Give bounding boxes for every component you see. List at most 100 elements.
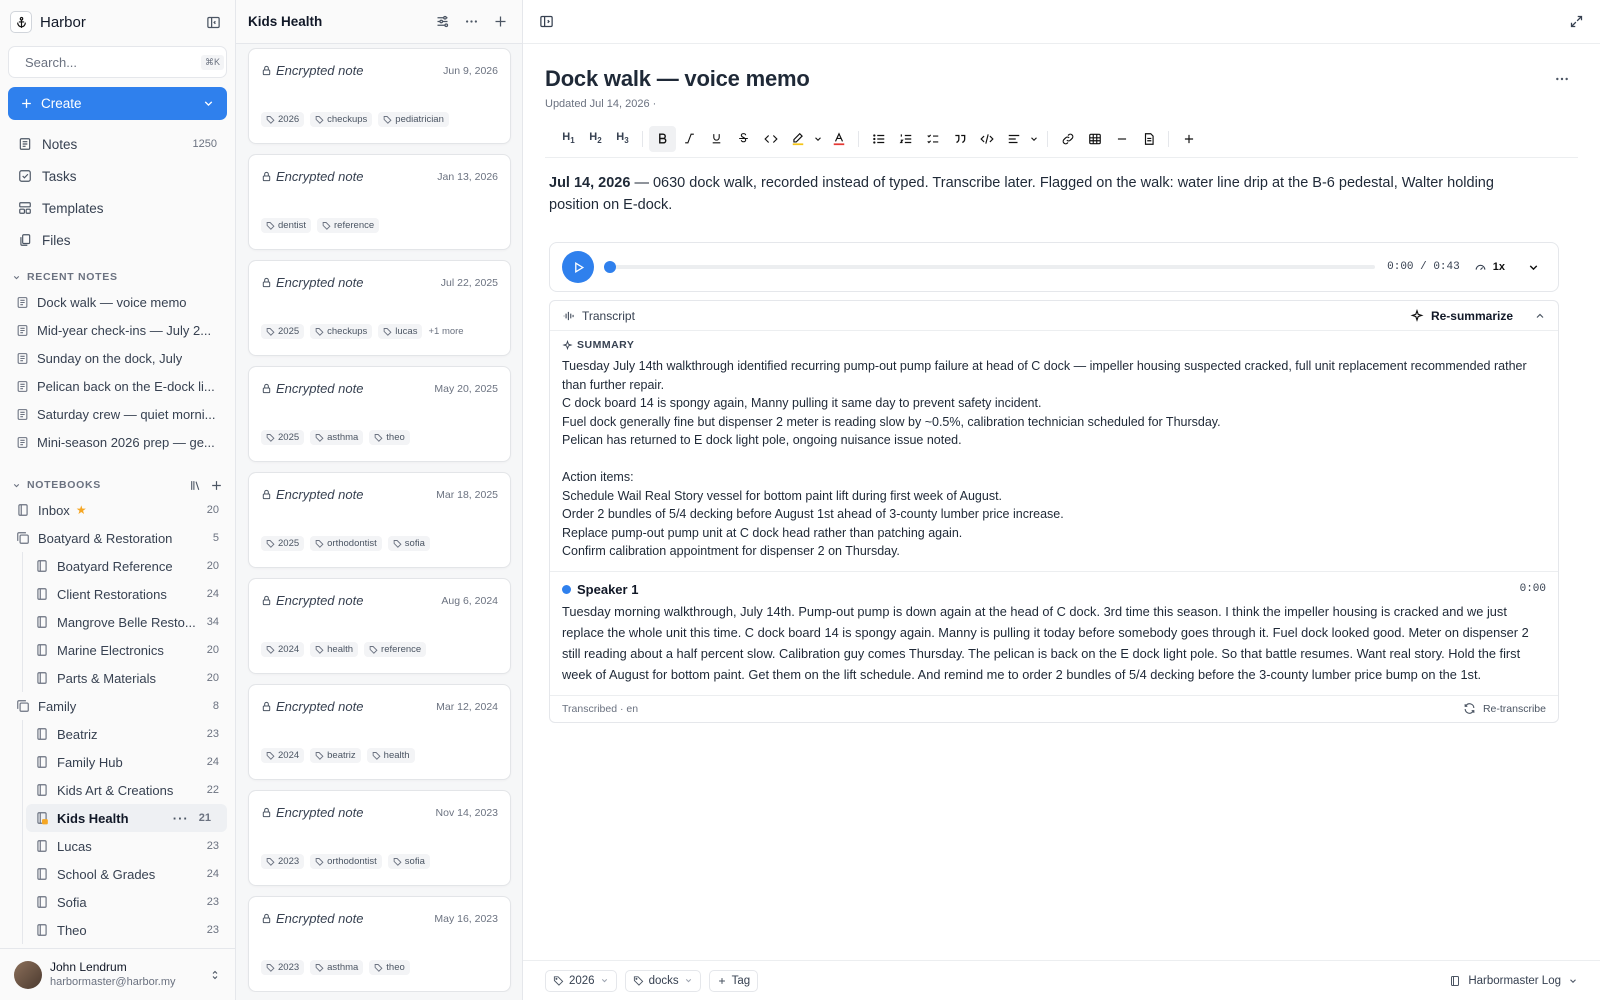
note-card[interactable]: Encrypted note Nov 14, 2023 2023 orthodonti… — [248, 790, 511, 886]
heading3-button[interactable]: H3 — [609, 126, 636, 152]
more-icon[interactable] — [1554, 71, 1570, 87]
table-button[interactable] — [1081, 126, 1108, 152]
note-tag[interactable]: beatriz — [310, 748, 361, 763]
note-tag[interactable]: reference — [317, 218, 380, 233]
bullet-list-button[interactable] — [865, 126, 892, 152]
heading2-button[interactable]: H2 — [582, 126, 609, 152]
notebook-item[interactable]: Family 8 — [0, 692, 235, 720]
toggle-list-icon[interactable] — [539, 14, 554, 29]
recent-note-item[interactable]: Saturday crew — quiet morni... — [0, 400, 235, 428]
notebook-item[interactable]: Marine Electronics 20 — [0, 636, 235, 664]
text-color-button[interactable] — [825, 126, 852, 152]
note-card[interactable]: Encrypted note May 16, 2023 2023 asthma theo — [248, 896, 511, 992]
chevron-up-down-icon[interactable] — [209, 969, 221, 981]
notebook-item[interactable]: Mangrove Belle Resto... 34 — [0, 608, 235, 636]
note-tag[interactable]: orthodontist — [310, 536, 382, 551]
note-card[interactable]: Encrypted note May 20, 2025 2025 asthma theo — [248, 366, 511, 462]
notebook-item[interactable]: Family Hub 24 — [0, 748, 235, 776]
recent-note-item[interactable]: Dock walk — voice memo — [0, 288, 235, 316]
recent-note-item[interactable]: Mini-season 2026 prep — ge... — [0, 428, 235, 456]
notebook-item[interactable]: Inbox ★ 20 — [0, 496, 235, 524]
notebook-item[interactable]: School & Grades 24 — [0, 860, 235, 888]
search-input[interactable] — [25, 54, 201, 70]
ordered-list-button[interactable] — [892, 126, 919, 152]
note-tag[interactable]: pediatrician — [378, 112, 449, 127]
nav-files[interactable]: Files — [0, 224, 235, 256]
notebook-item[interactable]: Lucas 23 — [0, 832, 235, 860]
nav-notes[interactable]: Notes 1250 — [0, 128, 235, 160]
user-profile[interactable]: John Lendrum harbormaster@harbor.my — [0, 948, 235, 1000]
recent-note-item[interactable]: Pelican back on the E-dock li... — [0, 372, 235, 400]
library-icon[interactable] — [189, 479, 202, 492]
add-notebook-icon[interactable] — [210, 479, 223, 492]
note-tag[interactable]: theo — [369, 960, 410, 975]
recent-notes-header[interactable]: RECENT NOTES — [0, 266, 235, 288]
note-tag[interactable]: checkups — [310, 324, 373, 339]
quote-button[interactable] — [946, 126, 973, 152]
note-tag[interactable]: 2023 — [261, 854, 305, 869]
document-title[interactable]: Dock walk — voice memo — [545, 66, 1554, 92]
highlight-button[interactable] — [784, 126, 811, 152]
note-tag[interactable]: 2024 — [261, 642, 305, 657]
notebook-item[interactable]: Parts & Materials 20 — [0, 664, 235, 692]
note-tag[interactable]: checkups — [310, 112, 373, 127]
underline-button[interactable] — [703, 126, 730, 152]
nav-templates[interactable]: Templates — [0, 192, 235, 224]
playback-speed[interactable]: 1x — [1474, 261, 1505, 274]
note-tag[interactable]: 2026 — [261, 112, 305, 127]
chevron-down-icon[interactable] — [1527, 261, 1540, 274]
note-tag[interactable]: reference — [364, 642, 427, 657]
bold-button[interactable] — [649, 125, 676, 152]
note-card[interactable]: Encrypted note Jun 9, 2026 2026 checkups ped… — [248, 48, 511, 144]
play-button[interactable] — [562, 251, 594, 283]
insert-button[interactable] — [1175, 126, 1202, 152]
tag-chip[interactable]: docks — [624, 969, 701, 992]
speaker-timestamp[interactable]: 0:00 — [1520, 583, 1546, 595]
note-card[interactable]: Encrypted note Aug 6, 2024 2024 health refer… — [248, 578, 511, 674]
tag-chip[interactable]: 2026 — [545, 969, 617, 992]
chevron-down-icon[interactable] — [202, 97, 215, 110]
note-tag[interactable]: theo — [369, 430, 410, 445]
note-tag[interactable]: lucas — [378, 324, 423, 339]
audio-progress-handle[interactable] — [604, 261, 616, 273]
notebook-item[interactable]: Boatyard & Restoration 5 — [0, 524, 235, 552]
note-tag[interactable]: 2025 — [261, 324, 305, 339]
highlight-dropdown[interactable] — [811, 126, 825, 152]
new-note-icon[interactable] — [493, 14, 508, 29]
notebook-item[interactable]: Client Restorations 24 — [0, 580, 235, 608]
notebook-item[interactable]: Boatyard Reference 20 — [0, 552, 235, 580]
notebook-item[interactable]: Kids Art & Creations 22 — [0, 776, 235, 804]
more-icon[interactable] — [464, 14, 479, 29]
code-block-button[interactable] — [973, 126, 1000, 152]
collapse-sidebar-icon[interactable] — [203, 12, 223, 32]
note-tag[interactable]: asthma — [310, 430, 364, 445]
filter-icon[interactable] — [435, 14, 450, 29]
note-card[interactable]: Encrypted note Mar 18, 2025 2025 orthodonti… — [248, 472, 511, 568]
align-dropdown[interactable] — [1027, 126, 1041, 152]
link-button[interactable] — [1054, 126, 1081, 152]
note-tag[interactable]: sofia — [387, 536, 430, 551]
expand-icon[interactable] — [1569, 14, 1584, 29]
notebook-item[interactable]: Sofia 23 — [0, 888, 235, 916]
strikethrough-button[interactable] — [730, 126, 757, 152]
note-tag[interactable]: 2023 — [261, 960, 305, 975]
note-tag[interactable]: dentist — [261, 218, 311, 233]
create-button[interactable]: Create — [8, 87, 227, 120]
note-card[interactable]: Encrypted note Jul 22, 2025 2025 checkups lu… — [248, 260, 511, 356]
note-tag[interactable]: 2025 — [261, 536, 305, 551]
note-tag[interactable]: health — [366, 748, 415, 763]
resummarize-button[interactable]: Re-summarize — [1410, 308, 1546, 323]
add-tag-button[interactable]: Tag — [708, 969, 759, 992]
italic-button[interactable] — [676, 126, 703, 152]
note-tag[interactable]: health — [310, 642, 359, 657]
note-tag[interactable]: sofia — [387, 854, 430, 869]
note-tag[interactable]: asthma — [310, 960, 364, 975]
recent-note-item[interactable]: Sunday on the dock, July — [0, 344, 235, 372]
chevron-up-icon[interactable] — [1534, 310, 1546, 322]
notebook-selector[interactable]: Harbormaster Log — [1449, 975, 1578, 987]
document-body[interactable]: Jul 14, 2026 — 0630 dock walk, recorded … — [549, 172, 1539, 216]
note-tag[interactable]: 2024 — [261, 748, 305, 763]
checklist-button[interactable] — [919, 126, 946, 152]
notebooks-header[interactable]: NOTEBOOKS — [0, 474, 235, 496]
retranscribe-button[interactable]: Re-transcribe — [1463, 702, 1546, 715]
